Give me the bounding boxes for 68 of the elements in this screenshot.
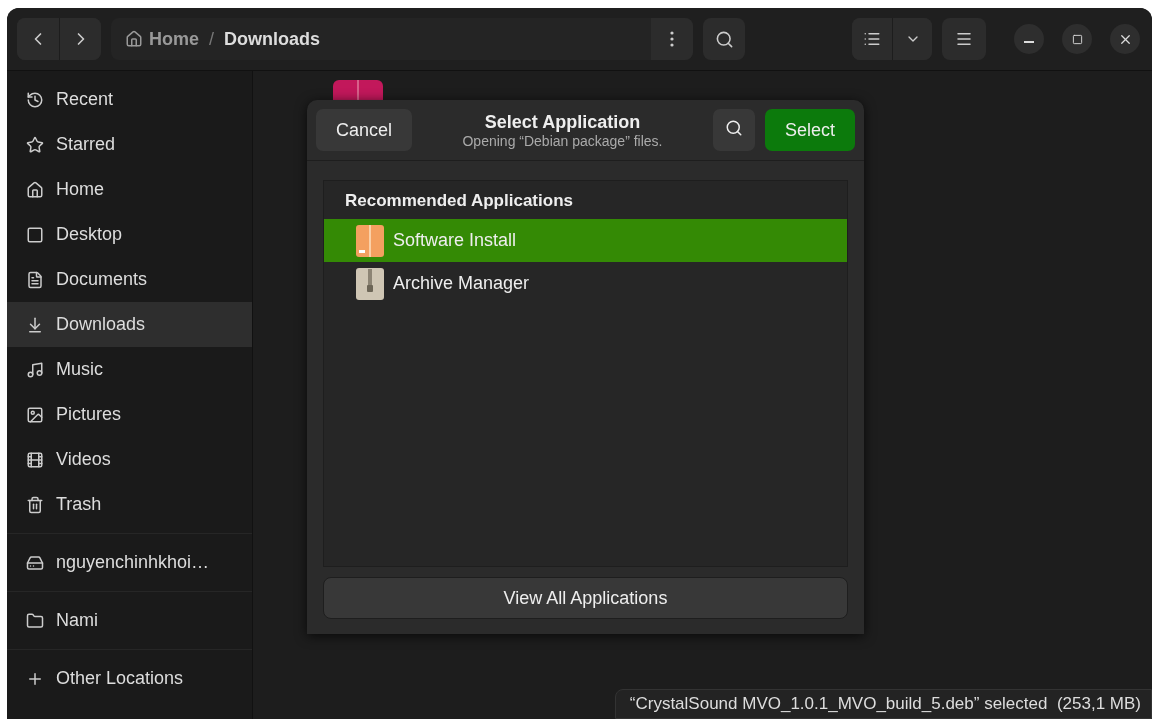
- dialog-title: Select Application: [484, 111, 641, 133]
- desktop-icon: [26, 225, 44, 244]
- more-icon: [670, 31, 674, 47]
- cancel-button[interactable]: Cancel: [316, 109, 413, 151]
- view-all-applications-button[interactable]: View All Applications: [323, 577, 848, 619]
- sidebar-item[interactable]: Pictures: [7, 392, 252, 437]
- path-separator: /: [209, 28, 215, 50]
- sidebar-label: Home: [56, 179, 104, 200]
- sidebar-item[interactable]: Downloads: [7, 302, 252, 347]
- search-icon: [714, 29, 734, 49]
- sidebar-label: Recent: [56, 89, 114, 110]
- dialog-subtitle: Opening “Debian package” files.: [462, 132, 663, 149]
- application-item[interactable]: Archive Manager: [324, 262, 847, 305]
- sidebar-label: Pictures: [56, 404, 122, 425]
- package-icon: [355, 223, 385, 258]
- sidebar-item[interactable]: Trash: [7, 482, 252, 527]
- sidebar-label: Starred: [56, 134, 116, 155]
- sidebar-label: nguyenchinhkhoi…: [56, 552, 210, 573]
- home-icon: [26, 180, 44, 199]
- path-segment[interactable]: Downloads: [224, 28, 321, 50]
- picture-icon: [26, 405, 44, 424]
- sidebar-item[interactable]: nguyenchinhkhoi…: [7, 540, 252, 585]
- search-button[interactable]: [712, 109, 755, 151]
- menu-button[interactable]: [942, 18, 986, 60]
- minimize-icon: [1024, 41, 1034, 43]
- home-icon: [125, 30, 143, 48]
- sidebar-item[interactable]: Videos: [7, 437, 252, 482]
- sidebar-label: Trash: [56, 494, 102, 515]
- search-button[interactable]: [703, 18, 745, 60]
- sidebar-item[interactable]: Other Locations: [7, 656, 252, 701]
- clock-icon: [26, 90, 44, 109]
- sidebar-label: Music: [56, 359, 103, 380]
- sidebar-item[interactable]: Home: [7, 167, 252, 212]
- sidebar-label: Nami: [56, 610, 98, 631]
- sidebar-item[interactable]: Starred: [7, 122, 252, 167]
- sidebar-item[interactable]: Music: [7, 347, 252, 392]
- menu-icon: [955, 30, 973, 48]
- download-icon: [26, 315, 44, 334]
- close-button[interactable]: [1110, 24, 1140, 54]
- drive-icon: [26, 553, 44, 572]
- sidebar-item[interactable]: Desktop: [7, 212, 252, 257]
- application-name: Software Install: [393, 230, 517, 251]
- sidebar-item[interactable]: Nami: [7, 598, 252, 643]
- sidebar-item[interactable]: Documents: [7, 257, 252, 302]
- section-heading: Recommended Applications: [344, 190, 574, 212]
- selection-status: “CrystalSound MVO_1.0.1_MVO_build_5.deb” selected (253,1 MB): [614, 689, 1152, 719]
- sidebar-item[interactable]: Recent: [7, 77, 252, 122]
- maximize-button[interactable]: [1062, 24, 1092, 54]
- path-segment[interactable]: Home: [149, 28, 199, 50]
- star-icon: [26, 135, 44, 154]
- select-button[interactable]: Select: [764, 109, 855, 151]
- list-icon: [863, 30, 881, 48]
- document-icon: [26, 270, 44, 289]
- sidebar-label: Documents: [56, 269, 148, 290]
- film-icon: [26, 450, 44, 469]
- application-item[interactable]: Software Install: [324, 219, 847, 262]
- folder-icon: [26, 611, 44, 630]
- sidebar-label: Videos: [56, 449, 111, 470]
- music-icon: [26, 360, 44, 379]
- trash-icon: [26, 495, 44, 514]
- minimize-button[interactable]: [1014, 24, 1044, 54]
- sidebar-label: Desktop: [56, 224, 123, 245]
- sidebar-label: Downloads: [56, 314, 146, 335]
- sidebar-label: Other Locations: [56, 668, 184, 689]
- search-icon: [724, 118, 743, 137]
- zip-archive-icon: [355, 266, 385, 301]
- maximize-icon: [1071, 33, 1083, 45]
- application-name: Archive Manager: [393, 273, 530, 294]
